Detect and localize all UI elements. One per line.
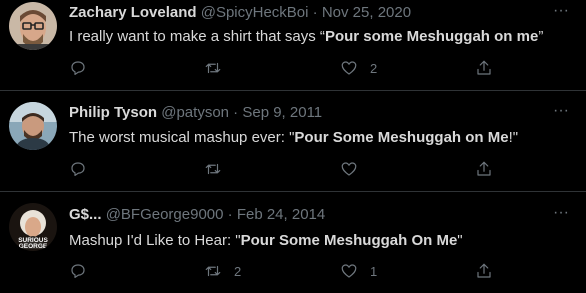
reply-button[interactable] xyxy=(69,58,99,78)
reply-icon xyxy=(71,61,85,75)
tweet-text-part: " xyxy=(457,232,463,249)
like-icon xyxy=(341,264,357,278)
like-button[interactable]: 1 xyxy=(340,261,377,281)
tweet-text: I really want to make a shirt that says … xyxy=(69,28,543,45)
reply-icon xyxy=(71,264,85,278)
tweet-text: The worst musical mashup ever: "Pour Som… xyxy=(69,129,518,146)
share-icon xyxy=(477,161,491,176)
share-button[interactable] xyxy=(475,58,493,78)
retweet-button[interactable] xyxy=(204,159,234,179)
tweet[interactable]: SURIOUS GEORGE G$... @BFGeorge9000 · Feb… xyxy=(0,192,586,293)
tweet-text-part: !" xyxy=(508,129,519,146)
retweet-count: 2 xyxy=(234,263,242,279)
avatar-image: SURIOUS GEORGE xyxy=(9,203,57,251)
separator: · xyxy=(312,4,318,21)
avatar-image xyxy=(9,102,57,150)
avatar[interactable] xyxy=(9,102,57,150)
handle[interactable]: @SpicyHeckBoi xyxy=(201,4,309,21)
retweet-icon xyxy=(205,265,221,277)
like-button[interactable]: 2 xyxy=(340,58,377,78)
tweet[interactable]: Zachary Loveland @SpicyHeckBoi · Nov 25,… xyxy=(0,0,586,90)
separator: · xyxy=(227,206,233,223)
tweet-text-bold: Pour Some Meshuggah on Me xyxy=(294,129,509,146)
tweet-header: G$... @BFGeorge9000 · Feb 24, 2014 xyxy=(69,206,325,223)
reply-icon xyxy=(71,162,85,176)
reply-button[interactable] xyxy=(69,159,99,179)
avatar-image xyxy=(9,2,57,50)
display-name[interactable]: Zachary Loveland xyxy=(69,4,197,21)
like-count: 2 xyxy=(370,60,378,76)
avatar-logo-text: GEORGE xyxy=(19,243,48,250)
tweet-text-part: Mashup I'd Like to Hear: " xyxy=(69,232,241,249)
avatar[interactable]: SURIOUS GEORGE xyxy=(9,203,57,251)
tweet-text: Mashup I'd Like to Hear: "Pour Some Mesh… xyxy=(69,232,463,249)
share-icon xyxy=(477,263,491,278)
retweet-button[interactable]: 2 xyxy=(204,261,241,281)
display-name[interactable]: Philip Tyson xyxy=(69,104,157,121)
tweet-text-part: The worst musical mashup ever: " xyxy=(69,129,295,146)
tweet-date[interactable]: Nov 25, 2020 xyxy=(322,4,411,21)
tweet-text-part: ” xyxy=(538,28,544,45)
like-icon xyxy=(341,162,357,176)
tweet[interactable]: Philip Tyson @patyson · Sep 9, 2011 ··· … xyxy=(0,91,586,191)
avatar[interactable] xyxy=(9,2,57,50)
share-button[interactable] xyxy=(475,261,493,281)
reply-button[interactable] xyxy=(69,261,99,281)
display-name[interactable]: G$... xyxy=(69,206,102,223)
handle[interactable]: @patyson xyxy=(161,104,229,121)
tweet-text-bold: Pour some Meshuggah on me xyxy=(324,28,539,45)
like-button[interactable] xyxy=(340,159,370,179)
like-count: 1 xyxy=(370,263,378,279)
tweet-date[interactable]: Feb 24, 2014 xyxy=(237,206,325,223)
tweet-text-bold: Pour Some Meshuggah On Me xyxy=(240,232,458,249)
more-icon[interactable]: ··· xyxy=(552,205,570,221)
tweet-header: Zachary Loveland @SpicyHeckBoi · Nov 25,… xyxy=(69,4,411,21)
handle[interactable]: @BFGeorge9000 xyxy=(106,206,224,223)
tweet-text-part: I really want to make a shirt that says … xyxy=(69,28,325,45)
more-icon[interactable]: ··· xyxy=(552,103,570,119)
tweet-header: Philip Tyson @patyson · Sep 9, 2011 xyxy=(69,104,322,121)
retweet-icon xyxy=(205,163,221,175)
retweet-icon xyxy=(205,62,221,74)
separator: · xyxy=(233,104,239,121)
retweet-button[interactable] xyxy=(204,58,234,78)
share-button[interactable] xyxy=(475,159,493,179)
more-icon[interactable]: ··· xyxy=(552,3,570,19)
like-icon xyxy=(341,61,357,75)
share-icon xyxy=(477,60,491,75)
tweet-date[interactable]: Sep 9, 2011 xyxy=(242,104,322,121)
